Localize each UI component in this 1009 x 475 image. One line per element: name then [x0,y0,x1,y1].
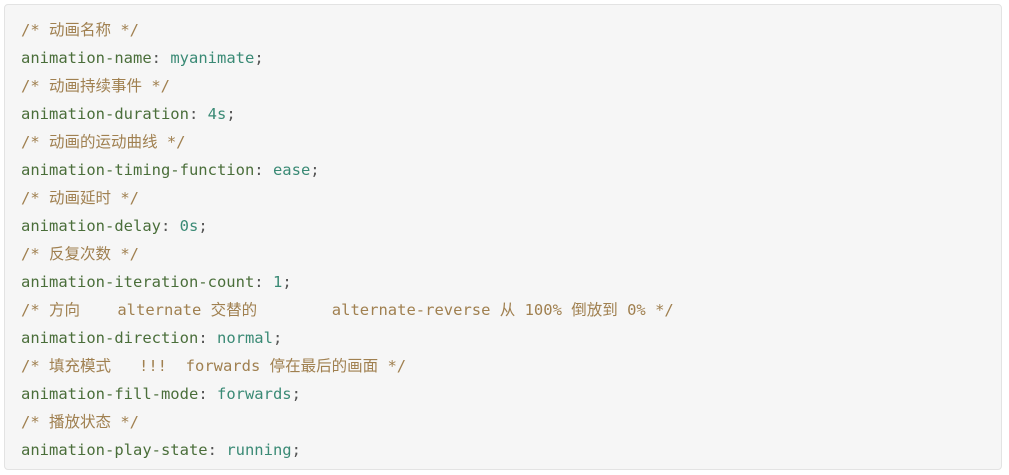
declaration-line: animation-delay: 0s; [21,212,1001,240]
property-value: ease [272,161,311,179]
semicolon: ; [291,385,301,403]
comment-line: /* 动画名称 */ [21,16,1001,44]
semicolon: ; [198,217,208,235]
property-name: animation-delay [21,217,161,235]
comment-text: /* 动画名称 */ [21,21,139,39]
semicolon: ; [291,441,301,459]
semicolon: ; [282,273,292,291]
colon: : [198,385,217,403]
property-name: animation-direction [21,329,199,347]
comment-line: /* 播放状态 */ [21,408,1001,436]
declaration-line: animation-direction: normal; [21,324,1001,352]
property-value: 0s [179,217,199,235]
comment-line: /* 动画持续事件 */ [21,72,1001,100]
comment-line: /* 动画的运动曲线 */ [21,128,1001,156]
property-name: animation-duration [21,105,189,123]
comment-line: /* 方向 alternate 交替的 alternate-reverse 从 … [21,296,1001,324]
comment-text: /* 方向 alternate 交替的 alternate-reverse 从 … [21,301,674,319]
colon: : [188,105,208,123]
colon: : [151,49,171,67]
property-name: animation-fill-mode [21,385,199,403]
code-block: /* 动画名称 */ animation-name: myanimate; /*… [4,4,1002,470]
colon: : [207,441,227,459]
comment-text: /* 动画的运动曲线 */ [21,133,186,151]
comment-text: /* 动画持续事件 */ [21,77,170,95]
semicolon: ; [272,329,283,347]
property-value: running [226,441,292,459]
colon: : [254,273,273,291]
declaration-line: animation-timing-function: ease; [21,156,1001,184]
comment-line: /* 动画延时 */ [21,184,1001,212]
declaration-line: animation-fill-mode: forwards; [21,380,1001,408]
property-name: animation-timing-function [21,161,255,179]
declaration-line: animation-duration: 4s; [21,100,1001,128]
comment-line: /* 反复次数 */ [21,240,1001,268]
property-name: animation-iteration-count [21,273,255,291]
comment-text: /* 反复次数 */ [21,245,139,263]
semicolon: ; [226,105,236,123]
declaration-line: animation-name: myanimate; [21,44,1001,72]
colon: : [198,329,217,347]
property-value: normal [216,329,273,347]
declaration-line: animation-play-state: running; [21,436,1001,464]
property-value: 1 [272,273,283,291]
colon: : [160,217,180,235]
property-value: 4s [207,105,227,123]
semicolon: ; [254,49,264,67]
comment-text: /* 动画延时 */ [21,189,139,207]
property-value: forwards [216,385,292,403]
property-name: animation-play-state [21,441,208,459]
declaration-line: animation-iteration-count: 1; [21,268,1001,296]
semicolon: ; [310,161,320,179]
comment-text: /* 播放状态 */ [21,413,139,431]
property-name: animation-name [21,49,152,67]
comment-line: /* 填充模式 !!! forwards 停在最后的画面 */ [21,352,1001,380]
property-value: myanimate [170,49,255,67]
comment-text: /* 填充模式 !!! forwards 停在最后的画面 */ [21,357,407,375]
colon: : [254,161,273,179]
